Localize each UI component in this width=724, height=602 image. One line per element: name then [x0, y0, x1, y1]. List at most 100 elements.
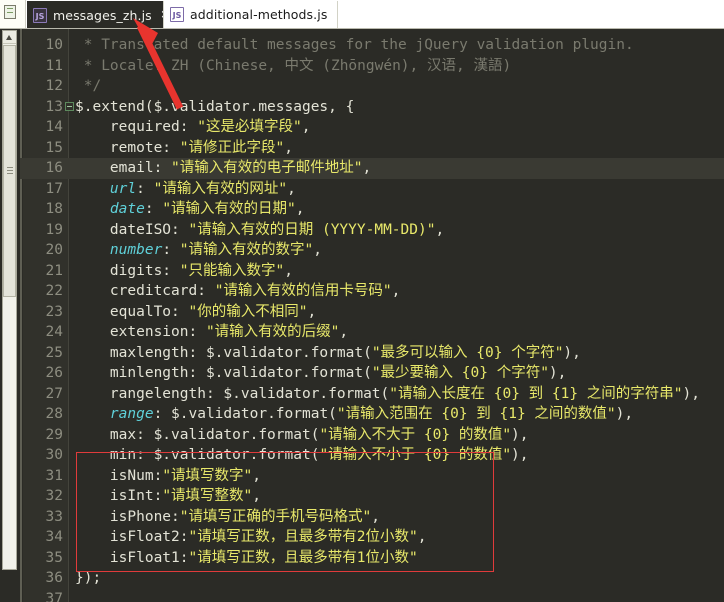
tab-messages-zh-js[interactable]: JS messages_zh.js ✖ [27, 1, 178, 28]
token-plain: required: [75, 119, 198, 135]
token-plain: , [307, 303, 317, 320]
token-str: "最多可以输入 {0} 个字符" [371, 344, 564, 361]
code-line[interactable]: 10 * Translated default messages for the… [20, 35, 724, 56]
code-text: isFloat1:"请填写正数，且最多带有1位小数" [75, 548, 418, 569]
token-plain: $.extend($.validator.messages, { [75, 98, 355, 115]
code-line[interactable]: 23 equalTo: "你的输入不相同", [20, 302, 724, 323]
token-str: "请填写正数，且最多带有1位小数" [188, 549, 418, 566]
line-number: 19 [45, 221, 63, 238]
token-plain: , [339, 324, 349, 340]
token-plain: minlength: $.validator.format( [75, 365, 372, 381]
token-plain: max: $.validator.format( [75, 426, 320, 443]
token-kw: number [109, 242, 163, 258]
token-plain: , [295, 201, 305, 217]
line-number: 32 [45, 488, 63, 504]
token-plain: isInt: [75, 488, 163, 504]
token-str: "只能输入数字" [179, 262, 285, 279]
line-number: 31 [45, 467, 63, 484]
code-line[interactable]: 37 [20, 589, 724, 602]
token-plain: dateISO: [75, 221, 189, 238]
token-str: "请输入有效的电子邮件地址" [171, 160, 363, 176]
code-line[interactable]: 16 email: "请输入有效的电子邮件地址", [20, 158, 724, 179]
token-kw: date [109, 201, 145, 217]
line-number: 11 [45, 57, 63, 74]
token-plain: , [287, 180, 296, 197]
tabbar-lead-button[interactable] [0, 0, 26, 28]
token-plain: , [252, 488, 262, 504]
code-editor-window: JS messages_zh.js ✖ JS additional-method… [0, 0, 724, 602]
token-kw: range [109, 406, 154, 422]
token-str: "请输入有效的数字" [179, 242, 314, 258]
token-plain: : [144, 201, 163, 217]
code-area[interactable]: 10 * Translated default messages for the… [20, 29, 724, 602]
code-line[interactable]: 35 isFloat1:"请填写正数，且最多带有1位小数" [20, 548, 724, 569]
code-line[interactable]: 26 minlength: $.validator.format("最少要输入 … [20, 363, 724, 384]
code-line[interactable]: 21 digits: "只能输入数字", [20, 261, 724, 282]
code-line[interactable]: 15 remote: "请修正此字段", [20, 138, 724, 159]
code-line[interactable]: 24 extension: "请输入有效的后缀", [20, 322, 724, 343]
token-plain: creditcard: [75, 283, 215, 299]
token-str: "请填写正确的手机号码格式" [179, 508, 372, 525]
line-number: 15 [45, 139, 63, 156]
code-line[interactable]: 25 maxlength: $.validator.format("最多可以输入… [20, 343, 724, 364]
code-line[interactable]: 31 isNum:"请填写数字", [20, 466, 724, 487]
code-line[interactable]: 29 max: $.validator.format("请输入不大于 {0} 的… [20, 425, 724, 446]
line-number: 36 [45, 570, 63, 586]
code-line[interactable]: 13 $.extend($.validator.messages, { [20, 97, 724, 118]
code-line[interactable]: 34 isFloat2:"请填写正数，且最多带有2位小数", [20, 527, 724, 548]
code-line[interactable]: 18 date: "请输入有效的日期", [20, 199, 724, 220]
token-str: "这是必填字段" [197, 119, 302, 135]
code-line[interactable]: 22 creditcard: "请输入有效的信用卡号码", [20, 281, 724, 302]
code-text: }); [75, 568, 101, 589]
code-text: digits: "只能输入数字", [75, 261, 293, 282]
code-text: dateISO: "请输入有效的日期 (YYYY-MM-DD)", [75, 220, 444, 241]
code-line[interactable]: 14 required: "这是必填字段", [20, 117, 724, 138]
fold-toggle-icon[interactable] [65, 101, 74, 111]
document-icon [4, 5, 16, 19]
token-plain: extension: [75, 324, 206, 340]
code-text: isFloat2:"请填写正数，且最多带有2位小数", [75, 527, 427, 548]
line-number: 13 [45, 98, 63, 115]
token-plain: digits: [75, 262, 180, 279]
token-plain: , [371, 508, 380, 525]
token-plain: , [301, 119, 311, 135]
code-text: min: $.validator.format("请输入不小于 {0} 的数值"… [75, 445, 529, 466]
vertical-scrollbar[interactable] [2, 30, 17, 570]
tab-bar: JS messages_zh.js ✖ JS additional-method… [0, 0, 724, 29]
token-plain: : [162, 242, 180, 258]
tab-additional-methods-js[interactable]: JS additional-methods.js [163, 1, 339, 28]
token-plain: isFloat2: [75, 529, 189, 545]
line-number: 12 [45, 78, 63, 94]
token-plain: , [391, 283, 401, 299]
js-file-icon: JS [33, 7, 47, 23]
code-line[interactable]: 19 dateISO: "请输入有效的日期 (YYYY-MM-DD)", [20, 220, 724, 241]
code-line[interactable]: 33 isPhone:"请填写正确的手机号码格式", [20, 507, 724, 528]
code-line[interactable]: 27 rangelength: $.validator.format("请输入长… [20, 384, 724, 405]
token-plain: , [362, 160, 372, 176]
code-line[interactable]: 28 range: $.validator.format("请输入范围在 {0}… [20, 404, 724, 425]
code-line[interactable]: 32 isInt:"请填写整数", [20, 486, 724, 507]
token-plain: isPhone: [75, 508, 180, 525]
token-plain: equalTo: [75, 303, 189, 320]
token-str: "请输入长度在 {0} 到 {1} 之间的字符串" [389, 385, 683, 402]
code-line[interactable]: 20 number: "请输入有效的数字", [20, 240, 724, 261]
line-number: 22 [45, 283, 63, 299]
code-text: number: "请输入有效的数字", [75, 240, 322, 261]
code-line[interactable]: 11 * Locale: ZH (Chinese, 中文 (Zhōngwén),… [20, 56, 724, 77]
token-str: "你的输入不相同" [188, 303, 308, 320]
code-line[interactable]: 17 url: "请输入有效的网址", [20, 179, 724, 200]
token-plain: isFloat1: [75, 549, 189, 566]
code-text: creditcard: "请输入有效的信用卡号码", [75, 281, 400, 302]
token-str: "请修正此字段" [179, 139, 285, 156]
triangle-up-icon[interactable] [3, 31, 16, 44]
token-plain: ), [548, 365, 567, 381]
scrollbar-thumb[interactable] [3, 45, 16, 297]
token-plain: ), [511, 447, 529, 463]
code-text: extension: "请输入有效的后缀", [75, 322, 348, 343]
code-line[interactable]: 12 */ [20, 76, 724, 97]
code-line[interactable]: 36}); [20, 568, 724, 589]
code-line[interactable]: 30 min: $.validator.format("请输入不小于 {0} 的… [20, 445, 724, 466]
code-text: maxlength: $.validator.format("最多可以输入 {0… [75, 343, 581, 364]
